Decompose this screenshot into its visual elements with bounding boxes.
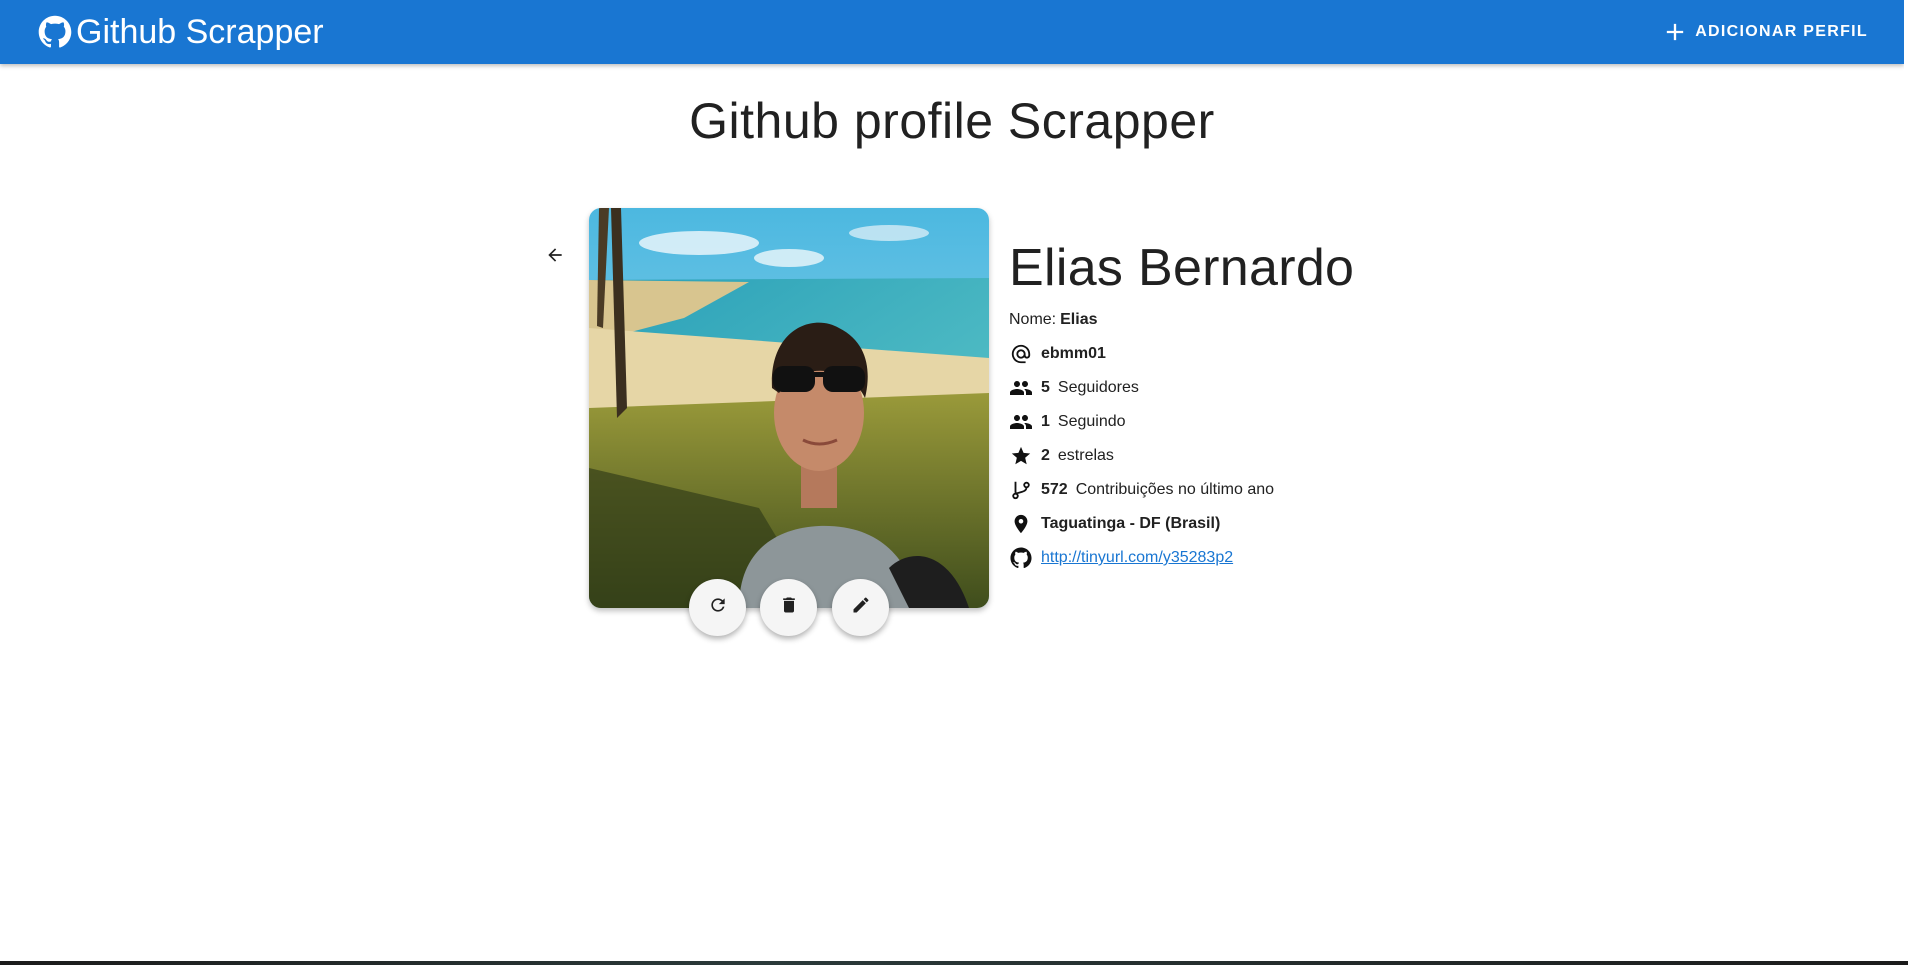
page-edge xyxy=(1904,0,1908,965)
edit-button[interactable] xyxy=(832,579,889,636)
info-row-nome: Nome: Elias xyxy=(1009,303,1274,337)
info-row-username: ebmm01 xyxy=(1009,337,1274,371)
people-icon xyxy=(1009,376,1033,400)
github-icon xyxy=(38,15,72,49)
pencil-icon xyxy=(851,595,871,620)
trash-icon xyxy=(779,595,799,620)
info-row-followers: 5 Seguidores xyxy=(1009,371,1274,405)
refresh-icon xyxy=(708,595,728,620)
following-count: 1 xyxy=(1041,413,1050,430)
profile-name: Elias Bernardo xyxy=(1009,239,1355,297)
back-button[interactable] xyxy=(538,240,572,274)
brand[interactable]: Github Scrapper xyxy=(38,13,324,51)
location-pin-icon xyxy=(1009,512,1033,536)
info-row-url: http://tinyurl.com/y35283p2 xyxy=(1009,541,1274,575)
profile-url-link[interactable]: http://tinyurl.com/y35283p2 xyxy=(1041,549,1233,567)
following-label: Seguindo xyxy=(1057,413,1126,430)
location-value: Taguatinga - DF (Brasil) xyxy=(1041,515,1221,532)
plus-icon xyxy=(1661,18,1689,46)
refresh-button[interactable] xyxy=(689,579,746,636)
stars-label: estrelas xyxy=(1057,447,1114,464)
add-profile-button[interactable]: ADICIONAR PERFIL xyxy=(1661,15,1868,49)
delete-button[interactable] xyxy=(760,579,817,636)
profile-info-list: Nome: Elias ebmm01 5 Seguidores 1 Seguin… xyxy=(1009,303,1274,575)
followers-label: Seguidores xyxy=(1057,379,1139,396)
app-bar: Github Scrapper ADICIONAR PERFIL xyxy=(0,0,1904,64)
followers-count: 5 xyxy=(1041,379,1050,396)
contributions-count: 572 xyxy=(1041,481,1068,498)
bottom-strip xyxy=(0,961,1908,965)
github-icon xyxy=(1009,546,1033,570)
info-row-contributions: 572 Contribuições no último ano xyxy=(1009,473,1274,507)
info-row-stars: 2 estrelas xyxy=(1009,439,1274,473)
username-value: ebmm01 xyxy=(1041,345,1106,362)
add-profile-label: ADICIONAR PERFIL xyxy=(1695,23,1868,40)
info-row-following: 1 Seguindo xyxy=(1009,405,1274,439)
contributions-label: Contribuições no último ano xyxy=(1075,481,1275,498)
page-title: Github profile Scrapper xyxy=(689,93,1215,149)
git-branch-icon xyxy=(1009,478,1033,502)
info-row-location: Taguatinga - DF (Brasil) xyxy=(1009,507,1274,541)
star-icon xyxy=(1009,444,1033,468)
at-icon xyxy=(1009,342,1033,366)
people-icon xyxy=(1009,410,1033,434)
arrow-back-icon xyxy=(545,245,565,270)
profile-photo xyxy=(589,208,989,608)
app-title: Github Scrapper xyxy=(76,13,324,51)
nome-label: Nome: xyxy=(1009,311,1057,328)
stars-count: 2 xyxy=(1041,447,1050,464)
nome-value: Elias xyxy=(1060,311,1098,328)
